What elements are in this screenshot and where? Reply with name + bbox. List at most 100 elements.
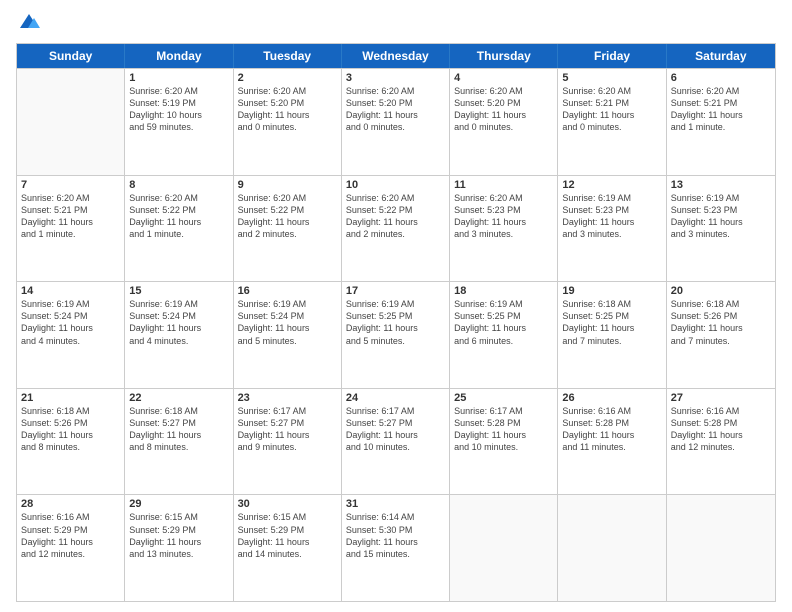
calendar-cell: 13Sunrise: 6:19 AM Sunset: 5:23 PM Dayli… bbox=[667, 176, 775, 282]
calendar-cell: 31Sunrise: 6:14 AM Sunset: 5:30 PM Dayli… bbox=[342, 495, 450, 601]
calendar-cell: 30Sunrise: 6:15 AM Sunset: 5:29 PM Dayli… bbox=[234, 495, 342, 601]
logo bbox=[16, 10, 40, 37]
calendar-cell: 16Sunrise: 6:19 AM Sunset: 5:24 PM Dayli… bbox=[234, 282, 342, 388]
calendar-cell: 8Sunrise: 6:20 AM Sunset: 5:22 PM Daylig… bbox=[125, 176, 233, 282]
day-number: 1 bbox=[129, 72, 228, 84]
day-number: 25 bbox=[454, 392, 553, 404]
day-number: 7 bbox=[21, 179, 120, 191]
day-info: Sunrise: 6:20 AM Sunset: 5:21 PM Dayligh… bbox=[562, 85, 661, 134]
day-info: Sunrise: 6:17 AM Sunset: 5:27 PM Dayligh… bbox=[346, 405, 445, 454]
calendar-header-row: SundayMondayTuesdayWednesdayThursdayFrid… bbox=[17, 44, 775, 68]
day-number: 26 bbox=[562, 392, 661, 404]
calendar-cell: 2Sunrise: 6:20 AM Sunset: 5:20 PM Daylig… bbox=[234, 69, 342, 175]
day-number: 27 bbox=[671, 392, 771, 404]
header bbox=[16, 10, 776, 37]
day-info: Sunrise: 6:18 AM Sunset: 5:26 PM Dayligh… bbox=[21, 405, 120, 454]
day-number: 9 bbox=[238, 179, 337, 191]
calendar-row: 1Sunrise: 6:20 AM Sunset: 5:19 PM Daylig… bbox=[17, 68, 775, 175]
logo-icon bbox=[18, 10, 40, 32]
day-number: 13 bbox=[671, 179, 771, 191]
day-number: 20 bbox=[671, 285, 771, 297]
day-info: Sunrise: 6:18 AM Sunset: 5:25 PM Dayligh… bbox=[562, 298, 661, 347]
day-number: 31 bbox=[346, 498, 445, 510]
day-info: Sunrise: 6:19 AM Sunset: 5:25 PM Dayligh… bbox=[454, 298, 553, 347]
day-info: Sunrise: 6:20 AM Sunset: 5:20 PM Dayligh… bbox=[454, 85, 553, 134]
day-info: Sunrise: 6:20 AM Sunset: 5:19 PM Dayligh… bbox=[129, 85, 228, 134]
calendar: SundayMondayTuesdayWednesdayThursdayFrid… bbox=[16, 43, 776, 602]
calendar-cell bbox=[558, 495, 666, 601]
day-number: 2 bbox=[238, 72, 337, 84]
day-info: Sunrise: 6:16 AM Sunset: 5:28 PM Dayligh… bbox=[671, 405, 771, 454]
day-number: 11 bbox=[454, 179, 553, 191]
calendar-cell bbox=[667, 495, 775, 601]
day-info: Sunrise: 6:20 AM Sunset: 5:21 PM Dayligh… bbox=[671, 85, 771, 134]
calendar-cell: 9Sunrise: 6:20 AM Sunset: 5:22 PM Daylig… bbox=[234, 176, 342, 282]
day-number: 21 bbox=[21, 392, 120, 404]
day-info: Sunrise: 6:20 AM Sunset: 5:23 PM Dayligh… bbox=[454, 192, 553, 241]
calendar-cell: 5Sunrise: 6:20 AM Sunset: 5:21 PM Daylig… bbox=[558, 69, 666, 175]
day-info: Sunrise: 6:15 AM Sunset: 5:29 PM Dayligh… bbox=[129, 511, 228, 560]
calendar-header-cell: Sunday bbox=[17, 44, 125, 68]
calendar-cell: 4Sunrise: 6:20 AM Sunset: 5:20 PM Daylig… bbox=[450, 69, 558, 175]
calendar-cell: 19Sunrise: 6:18 AM Sunset: 5:25 PM Dayli… bbox=[558, 282, 666, 388]
day-number: 14 bbox=[21, 285, 120, 297]
day-number: 22 bbox=[129, 392, 228, 404]
calendar-header-cell: Tuesday bbox=[234, 44, 342, 68]
calendar-cell: 21Sunrise: 6:18 AM Sunset: 5:26 PM Dayli… bbox=[17, 389, 125, 495]
calendar-cell: 20Sunrise: 6:18 AM Sunset: 5:26 PM Dayli… bbox=[667, 282, 775, 388]
day-number: 5 bbox=[562, 72, 661, 84]
calendar-cell: 15Sunrise: 6:19 AM Sunset: 5:24 PM Dayli… bbox=[125, 282, 233, 388]
calendar-cell: 6Sunrise: 6:20 AM Sunset: 5:21 PM Daylig… bbox=[667, 69, 775, 175]
day-number: 16 bbox=[238, 285, 337, 297]
day-number: 23 bbox=[238, 392, 337, 404]
day-info: Sunrise: 6:16 AM Sunset: 5:28 PM Dayligh… bbox=[562, 405, 661, 454]
calendar-header-cell: Monday bbox=[125, 44, 233, 68]
day-number: 29 bbox=[129, 498, 228, 510]
day-info: Sunrise: 6:20 AM Sunset: 5:21 PM Dayligh… bbox=[21, 192, 120, 241]
calendar-row: 7Sunrise: 6:20 AM Sunset: 5:21 PM Daylig… bbox=[17, 175, 775, 282]
calendar-row: 21Sunrise: 6:18 AM Sunset: 5:26 PM Dayli… bbox=[17, 388, 775, 495]
calendar-header-cell: Saturday bbox=[667, 44, 775, 68]
day-number: 3 bbox=[346, 72, 445, 84]
day-info: Sunrise: 6:19 AM Sunset: 5:24 PM Dayligh… bbox=[129, 298, 228, 347]
calendar-header-cell: Thursday bbox=[450, 44, 558, 68]
day-info: Sunrise: 6:20 AM Sunset: 5:20 PM Dayligh… bbox=[346, 85, 445, 134]
calendar-cell: 11Sunrise: 6:20 AM Sunset: 5:23 PM Dayli… bbox=[450, 176, 558, 282]
calendar-row: 28Sunrise: 6:16 AM Sunset: 5:29 PM Dayli… bbox=[17, 494, 775, 601]
calendar-cell: 3Sunrise: 6:20 AM Sunset: 5:20 PM Daylig… bbox=[342, 69, 450, 175]
day-number: 10 bbox=[346, 179, 445, 191]
calendar-cell: 26Sunrise: 6:16 AM Sunset: 5:28 PM Dayli… bbox=[558, 389, 666, 495]
calendar-cell: 28Sunrise: 6:16 AM Sunset: 5:29 PM Dayli… bbox=[17, 495, 125, 601]
calendar-cell bbox=[17, 69, 125, 175]
day-info: Sunrise: 6:19 AM Sunset: 5:24 PM Dayligh… bbox=[238, 298, 337, 347]
calendar-header-cell: Friday bbox=[558, 44, 666, 68]
day-info: Sunrise: 6:19 AM Sunset: 5:23 PM Dayligh… bbox=[671, 192, 771, 241]
calendar-cell: 12Sunrise: 6:19 AM Sunset: 5:23 PM Dayli… bbox=[558, 176, 666, 282]
day-info: Sunrise: 6:20 AM Sunset: 5:20 PM Dayligh… bbox=[238, 85, 337, 134]
day-number: 8 bbox=[129, 179, 228, 191]
calendar-cell: 10Sunrise: 6:20 AM Sunset: 5:22 PM Dayli… bbox=[342, 176, 450, 282]
day-number: 18 bbox=[454, 285, 553, 297]
day-number: 30 bbox=[238, 498, 337, 510]
calendar-row: 14Sunrise: 6:19 AM Sunset: 5:24 PM Dayli… bbox=[17, 281, 775, 388]
day-number: 12 bbox=[562, 179, 661, 191]
day-number: 17 bbox=[346, 285, 445, 297]
calendar-body: 1Sunrise: 6:20 AM Sunset: 5:19 PM Daylig… bbox=[17, 68, 775, 601]
calendar-cell: 27Sunrise: 6:16 AM Sunset: 5:28 PM Dayli… bbox=[667, 389, 775, 495]
calendar-cell: 7Sunrise: 6:20 AM Sunset: 5:21 PM Daylig… bbox=[17, 176, 125, 282]
calendar-cell: 17Sunrise: 6:19 AM Sunset: 5:25 PM Dayli… bbox=[342, 282, 450, 388]
day-info: Sunrise: 6:19 AM Sunset: 5:24 PM Dayligh… bbox=[21, 298, 120, 347]
day-info: Sunrise: 6:18 AM Sunset: 5:26 PM Dayligh… bbox=[671, 298, 771, 347]
day-info: Sunrise: 6:15 AM Sunset: 5:29 PM Dayligh… bbox=[238, 511, 337, 560]
day-info: Sunrise: 6:16 AM Sunset: 5:29 PM Dayligh… bbox=[21, 511, 120, 560]
day-info: Sunrise: 6:20 AM Sunset: 5:22 PM Dayligh… bbox=[238, 192, 337, 241]
day-number: 15 bbox=[129, 285, 228, 297]
day-info: Sunrise: 6:18 AM Sunset: 5:27 PM Dayligh… bbox=[129, 405, 228, 454]
calendar-cell bbox=[450, 495, 558, 601]
calendar-cell: 23Sunrise: 6:17 AM Sunset: 5:27 PM Dayli… bbox=[234, 389, 342, 495]
calendar-cell: 29Sunrise: 6:15 AM Sunset: 5:29 PM Dayli… bbox=[125, 495, 233, 601]
calendar-cell: 24Sunrise: 6:17 AM Sunset: 5:27 PM Dayli… bbox=[342, 389, 450, 495]
day-number: 19 bbox=[562, 285, 661, 297]
day-info: Sunrise: 6:17 AM Sunset: 5:28 PM Dayligh… bbox=[454, 405, 553, 454]
calendar-cell: 22Sunrise: 6:18 AM Sunset: 5:27 PM Dayli… bbox=[125, 389, 233, 495]
